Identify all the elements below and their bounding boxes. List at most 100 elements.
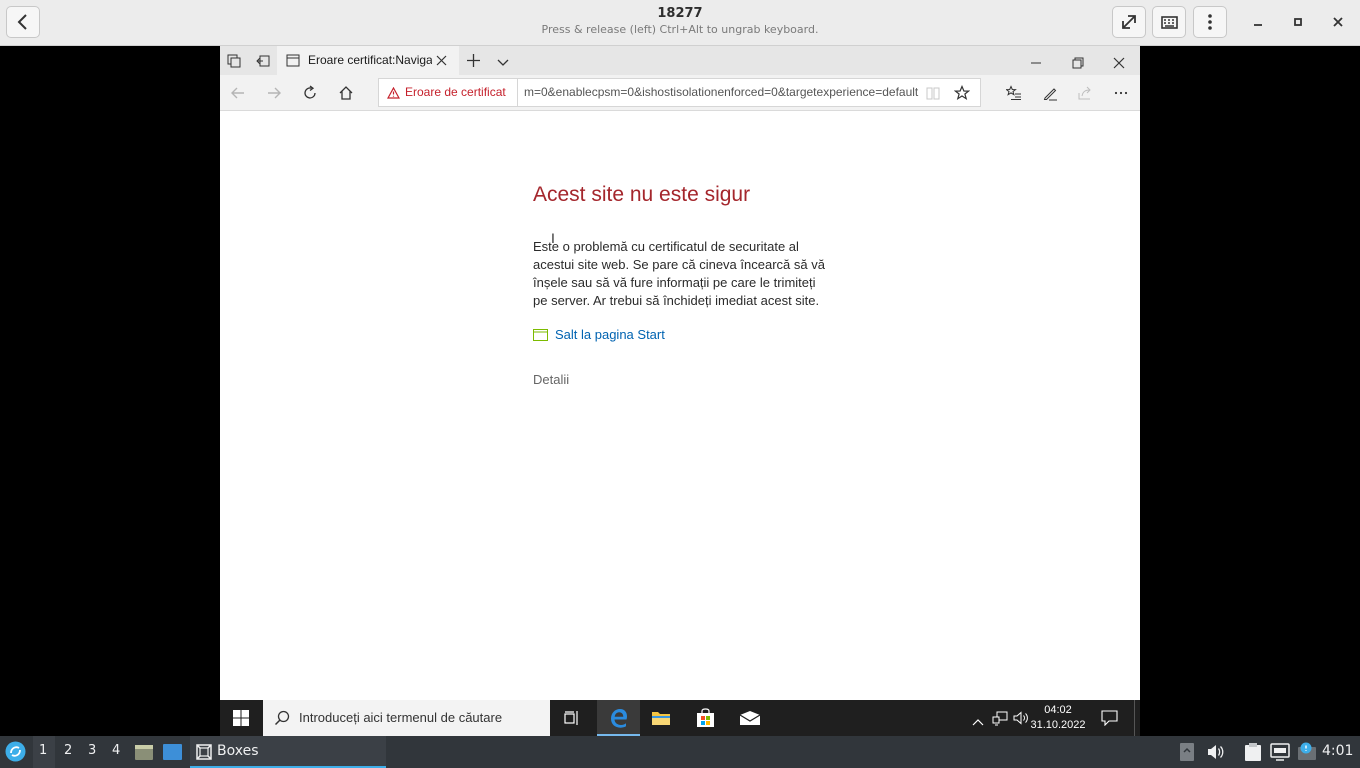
host-minimize-button[interactable] (1245, 10, 1271, 34)
refresh-icon (304, 85, 316, 99)
edge-logo-icon (611, 709, 627, 728)
url-text[interactable]: m=0&enablecpsm=0&ishostisolationenforced… (524, 85, 919, 99)
page-content: Acest site nu este sigur I Este o proble… (220, 111, 1140, 700)
web-note-button[interactable] (1042, 85, 1058, 105)
keyboard-button[interactable] (1152, 6, 1186, 38)
menu-button[interactable] (1193, 6, 1227, 38)
boxes-taskbar-entry[interactable]: Boxes (190, 736, 386, 768)
folder-icon (652, 712, 670, 725)
host-tray-notifications[interactable] (1297, 742, 1317, 766)
edge-close-button[interactable] (1113, 54, 1125, 73)
taskbar-search-box[interactable]: Introduceți aici termenul de căutare (263, 700, 550, 736)
certificate-error-label[interactable]: Eroare de certificat (405, 85, 506, 99)
host-tray-volume[interactable] (1207, 743, 1225, 765)
expand-icon (1122, 15, 1136, 29)
reading-view-button[interactable] (925, 85, 941, 105)
network-status-button[interactable] (992, 710, 1008, 730)
clock-date: 31.10.2022 (1030, 719, 1086, 731)
go-to-start-label: Salt la pagina Start (555, 327, 665, 342)
address-bar[interactable]: Eroare de certificat m=0&enablecpsm=0&is… (378, 78, 981, 107)
edge-window: Eroare certificat:Navigat Eroare de cert… (220, 46, 1140, 700)
host-window-launcher[interactable] (162, 743, 183, 765)
windows-logo-icon (233, 710, 249, 726)
host-clock[interactable]: 4:01 (1322, 743, 1353, 759)
favorite-button[interactable] (953, 84, 971, 105)
search-placeholder: Introduceți aici termenul de căutare (299, 710, 503, 725)
new-tab-button[interactable] (466, 53, 481, 72)
more-button[interactable] (1113, 85, 1129, 105)
window-icon (163, 744, 182, 760)
action-center-button[interactable] (1101, 710, 1118, 730)
windows-taskbar: Introduceți aici termenul de căutare 04:… (220, 700, 1140, 736)
workspace-1[interactable]: 1 (39, 743, 47, 758)
share-button[interactable] (1077, 85, 1093, 105)
page-title: Acest site nu este sigur (533, 183, 751, 206)
tab-title: Eroare certificat:Navigat (308, 53, 432, 67)
host-tray-network[interactable] (1270, 743, 1290, 765)
tab-preview-button[interactable] (226, 53, 242, 73)
host-files-launcher[interactable] (134, 742, 154, 766)
refresh-button[interactable] (302, 85, 318, 105)
application-launcher[interactable] (5, 741, 26, 766)
pen-icon (1043, 88, 1057, 101)
search-icon (274, 710, 290, 726)
more-vertical-icon (1208, 14, 1212, 30)
mail-icon (739, 711, 761, 725)
restore-icon (1072, 57, 1084, 69)
edge-restore-button[interactable] (1072, 54, 1084, 73)
maximize-icon (1294, 18, 1302, 26)
favorites-hub-button[interactable] (1005, 85, 1022, 105)
task-view-button[interactable] (564, 710, 580, 730)
taskbar-mail[interactable] (739, 710, 761, 730)
set-tabs-aside-button[interactable] (255, 53, 271, 73)
host-tray-clipboard[interactable] (1243, 742, 1263, 766)
volume-button[interactable] (1013, 710, 1029, 730)
tab-list-button[interactable] (496, 54, 510, 73)
notification-info-icon (1298, 742, 1316, 760)
workspace-4[interactable]: 4 (112, 743, 120, 758)
forward-button[interactable] (266, 85, 282, 105)
edge-minimize-button[interactable] (1030, 54, 1042, 73)
close-icon (1113, 57, 1125, 69)
clipboard-icon (1245, 743, 1261, 761)
taskbar-clock[interactable]: 04:02 31.10.2022 (1028, 703, 1088, 733)
details-toggle[interactable]: Detalii (533, 372, 569, 387)
chevron-down-icon (497, 59, 509, 66)
tab-close-icon[interactable] (436, 55, 447, 66)
network-wired-icon (1270, 743, 1290, 761)
host-maximize-button[interactable] (1285, 10, 1311, 34)
warning-icon (387, 87, 400, 99)
go-to-start-link[interactable]: Salt la pagina Start (533, 327, 665, 342)
show-hidden-icons-button[interactable] (972, 712, 984, 731)
book-icon (926, 87, 940, 100)
workspace-3[interactable]: 3 (88, 743, 96, 758)
home-icon (339, 86, 353, 100)
start-button[interactable] (233, 710, 249, 730)
tab-restore-icon (256, 55, 270, 67)
star-icon (953, 84, 971, 101)
close-icon (1333, 17, 1343, 27)
show-desktop-divider[interactable] (1134, 700, 1135, 736)
taskbar-edge-app[interactable] (597, 700, 640, 736)
address-divider (517, 79, 518, 106)
host-tray-updates[interactable] (1179, 742, 1195, 766)
share-icon (1078, 86, 1091, 100)
back-button[interactable] (230, 85, 246, 105)
fullscreen-button[interactable] (1112, 6, 1146, 38)
chevron-up-icon (972, 719, 984, 726)
taskbar-store[interactable] (696, 708, 715, 732)
home-button[interactable] (338, 85, 354, 105)
minimize-icon (1254, 24, 1262, 26)
workspace-2[interactable]: 2 (64, 743, 72, 758)
taskbar-file-explorer[interactable] (651, 709, 671, 731)
tab-active[interactable]: Eroare certificat:Navigat (277, 46, 459, 75)
minimize-icon (1031, 62, 1041, 64)
host-close-button[interactable] (1325, 10, 1351, 34)
clock-time: 04:02 (1044, 704, 1072, 716)
arrow-right-icon (268, 87, 281, 99)
speaker-icon (1013, 711, 1028, 725)
boxes-header-bar: 18277 Press & release (left) Ctrl+Alt to… (0, 0, 1360, 46)
host-panel: 1 2 3 4 Boxes 4:01 (0, 736, 1360, 768)
notification-icon (1101, 710, 1118, 727)
boxes-task-label: Boxes (217, 743, 259, 759)
